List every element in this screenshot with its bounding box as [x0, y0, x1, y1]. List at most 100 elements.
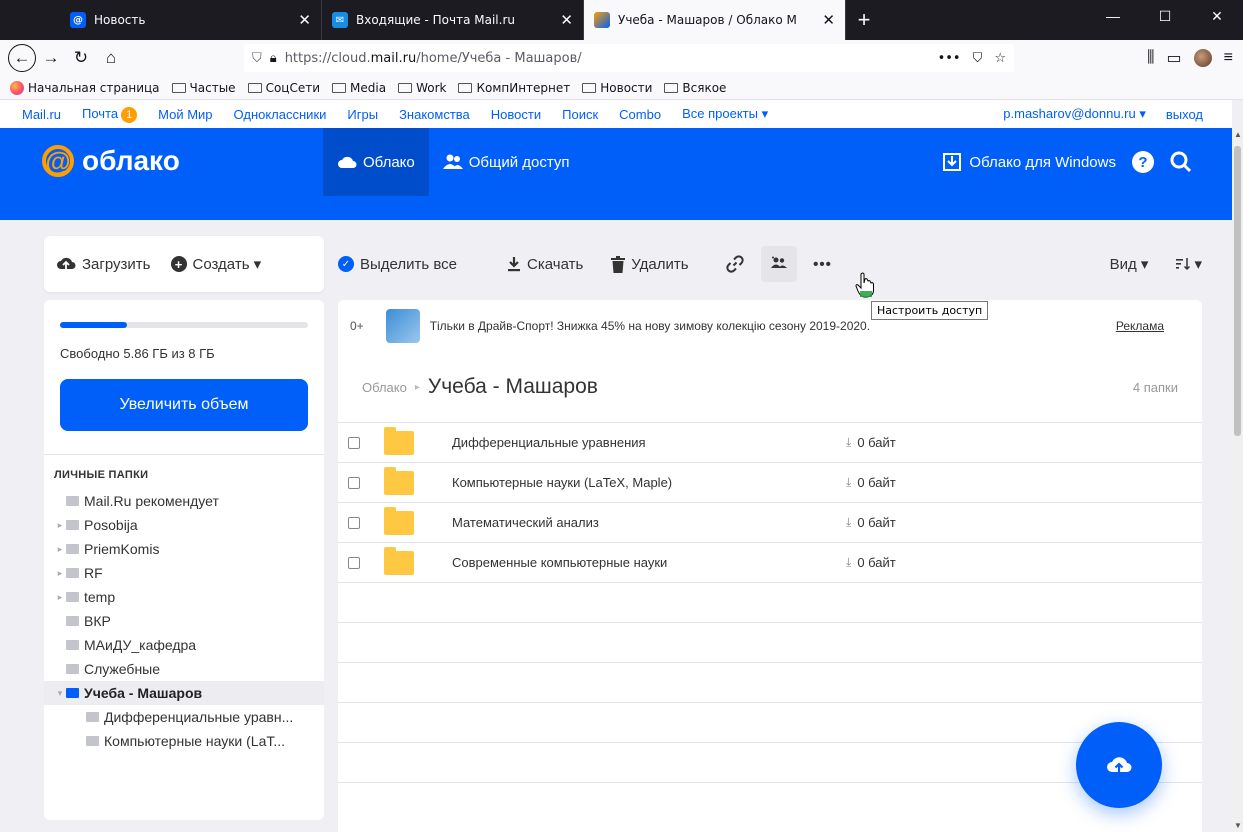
chevron-right-icon[interactable]: ▸ — [54, 520, 66, 531]
nav-shared[interactable]: Общий доступ — [429, 128, 584, 196]
sidebar-tree-item[interactable]: ▸ RF — [44, 561, 324, 585]
chevron-right-icon[interactable]: ▸ — [54, 592, 66, 603]
bookmark-folder[interactable]: Media — [332, 81, 386, 95]
portal-link-mailru[interactable]: Mail.ru — [22, 107, 61, 122]
sidebar-tree-item[interactable]: Служебные — [44, 657, 324, 681]
close-tab-icon[interactable]: ✕ — [822, 11, 835, 29]
sidebar-tree-item[interactable]: ▸ Posobija — [44, 513, 324, 537]
portal-link-ok[interactable]: Одноклассники — [234, 107, 327, 122]
portal-link-mail[interactable]: Почта 1 — [82, 106, 138, 123]
chevron-right-icon[interactable]: ▾ — [54, 688, 66, 699]
lock-icon[interactable]: 🔒︎ — [270, 51, 277, 66]
configure-access-button[interactable] — [760, 246, 797, 282]
increase-storage-button[interactable]: Увеличить объем — [60, 379, 308, 431]
upload-button[interactable]: Загрузить — [56, 256, 151, 273]
help-icon[interactable]: ? — [1132, 151, 1154, 173]
sidebar-tree-item[interactable]: Mail.Ru рекомендует — [44, 489, 324, 513]
get-link-button[interactable] — [717, 246, 753, 282]
shield-icon[interactable]: ⛉ — [252, 51, 262, 66]
account-avatar-icon[interactable] — [1193, 49, 1212, 67]
maximize-icon[interactable]: ☐ — [1139, 0, 1191, 32]
sort-dropdown[interactable]: ▾ — [1176, 255, 1202, 273]
select-all-button[interactable]: ✓ Выделить все — [338, 256, 457, 273]
row-checkbox[interactable] — [348, 436, 360, 449]
file-name[interactable]: Дифференциальные уравнения — [452, 435, 846, 450]
menu-icon[interactable]: ≡ — [1224, 49, 1233, 67]
sidebar-tree-item[interactable]: ▸ PriemKomis — [44, 537, 324, 561]
create-button[interactable]: + Создать ▾ — [170, 255, 261, 273]
bookmark-folder[interactable]: Всякое — [664, 81, 726, 95]
sidebar-toggle-icon[interactable]: ▭ — [1167, 48, 1182, 68]
bookmark-folder[interactable]: Частые — [171, 81, 236, 95]
file-row[interactable]: Компьютерные науки (LaTeX, Maple) ⤓ 0 байт — [338, 462, 1202, 502]
view-mode-dropdown[interactable]: Вид ▾ — [1110, 255, 1149, 273]
portal-link-search[interactable]: Поиск — [562, 107, 598, 122]
tab-inbox[interactable]: ✉ Входящие - Почта Mail.ru ✕ — [322, 0, 584, 40]
download-small-icon[interactable]: ⤓ — [846, 555, 851, 570]
nav-cloud[interactable]: Облако — [323, 128, 429, 196]
tab-cloud[interactable]: Учеба - Машаров / Облако М ✕ — [584, 0, 846, 40]
logout-link[interactable]: выход — [1166, 107, 1203, 122]
bookmark-start-page[interactable]: Начальная страница — [10, 80, 160, 95]
sidebar-tree-item[interactable]: МАиДУ_кафедра — [44, 633, 324, 657]
ad-banner[interactable]: 0+ Тільки в Драйв-Спорт! Знижка 45% на н… — [338, 300, 1202, 352]
library-icon[interactable]: ⫼ — [1147, 49, 1154, 67]
home-button[interactable]: ⌂ — [96, 43, 126, 73]
download-small-icon[interactable]: ⤓ — [846, 515, 851, 530]
row-checkbox[interactable] — [348, 556, 360, 569]
chevron-right-icon[interactable]: ▸ — [54, 544, 66, 555]
minimize-icon[interactable]: — — [1087, 0, 1139, 32]
portal-link-all-projects[interactable]: Все проекты ▾ — [682, 106, 768, 122]
page-scrollbar[interactable]: ▲ ▼ — [1232, 128, 1243, 832]
cloud-logo[interactable]: @ облако — [42, 145, 180, 177]
scroll-up-icon[interactable]: ▲ — [1234, 130, 1242, 139]
row-checkbox[interactable] — [348, 476, 360, 489]
download-small-icon[interactable]: ⤓ — [846, 435, 851, 450]
bookmark-folder[interactable]: КомпИнтернет — [458, 81, 570, 95]
portal-link-games[interactable]: Игры — [347, 107, 378, 122]
file-row[interactable]: Дифференциальные уравнения ⤓ 0 байт — [338, 422, 1202, 462]
windows-app-link[interactable]: Облако для Windows — [943, 153, 1116, 171]
sidebar-tree-item[interactable]: ▸ temp — [44, 585, 324, 609]
forward-button[interactable]: → — [36, 43, 66, 73]
chevron-right-icon[interactable]: ▸ — [54, 568, 66, 579]
portal-link-my-world[interactable]: Мой Мир — [158, 107, 212, 122]
new-tab-button[interactable]: + — [846, 0, 882, 40]
scroll-down-icon[interactable]: ▼ — [1234, 821, 1242, 830]
close-tab-icon[interactable]: ✕ — [298, 11, 311, 29]
sidebar-tree-item[interactable]: Дифференциальные уравн... — [44, 705, 324, 729]
bookmark-folder[interactable]: Новости — [582, 81, 652, 95]
bookmark-folder[interactable]: СоцСети — [247, 81, 320, 95]
more-actions-button[interactable]: ••• — [805, 246, 841, 282]
portal-link-dating[interactable]: Знакомства — [399, 107, 470, 122]
file-row[interactable]: Современные компьютерные науки ⤓ 0 байт — [338, 542, 1202, 582]
file-row[interactable]: Математический анализ ⤓ 0 байт — [338, 502, 1202, 542]
delete-button[interactable]: Удалить — [611, 255, 689, 273]
bookmark-star-icon[interactable]: ☆ — [994, 51, 1006, 66]
reload-button[interactable]: ↻ — [66, 43, 96, 73]
ad-label[interactable]: Реклама — [1116, 319, 1164, 333]
tab-news[interactable]: @ Новость ✕ — [60, 0, 322, 40]
portal-link-news[interactable]: Новости — [491, 107, 541, 122]
user-account-menu[interactable]: p.masharov@donnu.ru ▾ — [1003, 106, 1146, 122]
row-checkbox[interactable] — [348, 516, 360, 529]
file-name[interactable]: Математический анализ — [452, 515, 846, 530]
file-name[interactable]: Современные компьютерные науки — [452, 555, 846, 570]
scrollbar-thumb[interactable] — [1234, 146, 1241, 436]
page-actions-icon[interactable]: ••• — [938, 51, 961, 66]
portal-link-combo[interactable]: Combo — [619, 107, 661, 122]
download-button[interactable]: Скачать — [507, 256, 583, 273]
sidebar-tree-item[interactable]: ВКР — [44, 609, 324, 633]
search-icon[interactable] — [1170, 151, 1192, 173]
back-button[interactable]: ← — [8, 44, 36, 72]
pocket-icon[interactable]: ⛉ — [973, 51, 983, 66]
url-bar[interactable]: ⛉ 🔒︎ https://cloud. mail.ru/home/Учеба - … — [244, 44, 1014, 72]
download-small-icon[interactable]: ⤓ — [846, 475, 851, 490]
upload-fab-button[interactable] — [1076, 722, 1162, 808]
breadcrumb-root[interactable]: Облако — [362, 380, 407, 395]
sidebar-tree-item[interactable]: Компьютерные науки (LaT... — [44, 729, 324, 753]
file-name[interactable]: Компьютерные науки (LaTeX, Maple) — [452, 475, 846, 490]
sidebar-tree-item[interactable]: ▾ Учеба - Машаров — [44, 681, 324, 705]
close-tab-icon[interactable]: ✕ — [560, 11, 573, 29]
bookmark-folder[interactable]: Work — [398, 81, 446, 95]
